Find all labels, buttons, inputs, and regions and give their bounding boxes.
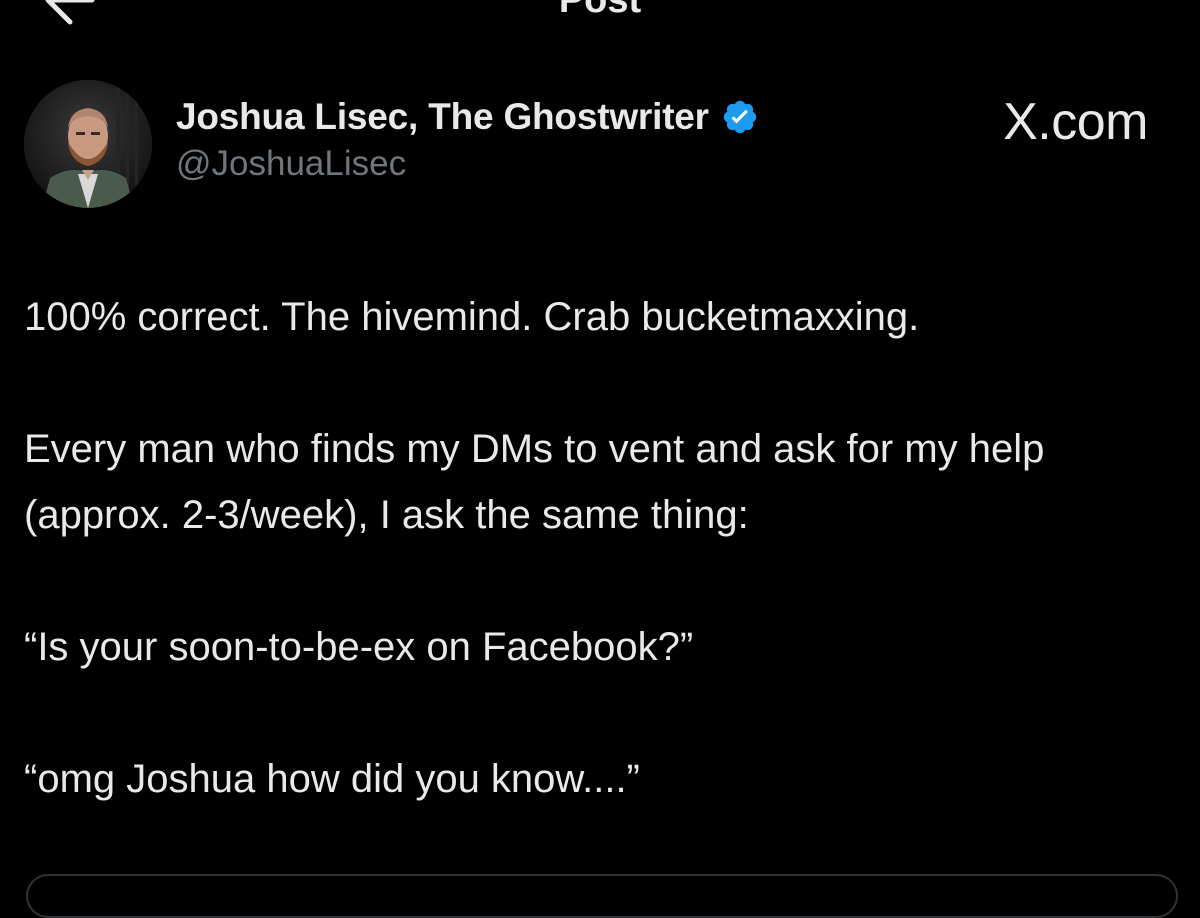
profile-photo-icon: [24, 80, 152, 208]
verified-badge-icon[interactable]: [721, 98, 759, 136]
author-handle[interactable]: @JoshuaLisec: [176, 144, 759, 184]
name-row: Joshua Lisec, The Ghostwriter: [176, 92, 759, 142]
tweet-paragraph: “omg Joshua how did you know....”: [24, 757, 640, 801]
tweet-text: 100% correct. The hivemind. Crab bucketm…: [24, 284, 1174, 812]
tweet-paragraph: “Is your soon-to-be-ex on Facebook?”: [24, 625, 694, 669]
quoted-card[interactable]: [26, 874, 1178, 918]
more-options-icon[interactable]: [1080, 0, 1160, 14]
page-title: Post: [558, 0, 642, 21]
watermark-text: X.com: [1003, 93, 1148, 151]
post-header: Post: [0, 0, 1200, 30]
avatar[interactable]: [24, 80, 152, 208]
author-info: Joshua Lisec, The Ghostwriter @JoshuaLis…: [176, 92, 759, 184]
tweet-paragraph: Every man who finds my DMs to vent and a…: [24, 427, 1056, 537]
tweet-paragraph: 100% correct. The hivemind. Crab bucketm…: [24, 295, 920, 339]
author-display-name[interactable]: Joshua Lisec, The Ghostwriter: [176, 96, 709, 138]
